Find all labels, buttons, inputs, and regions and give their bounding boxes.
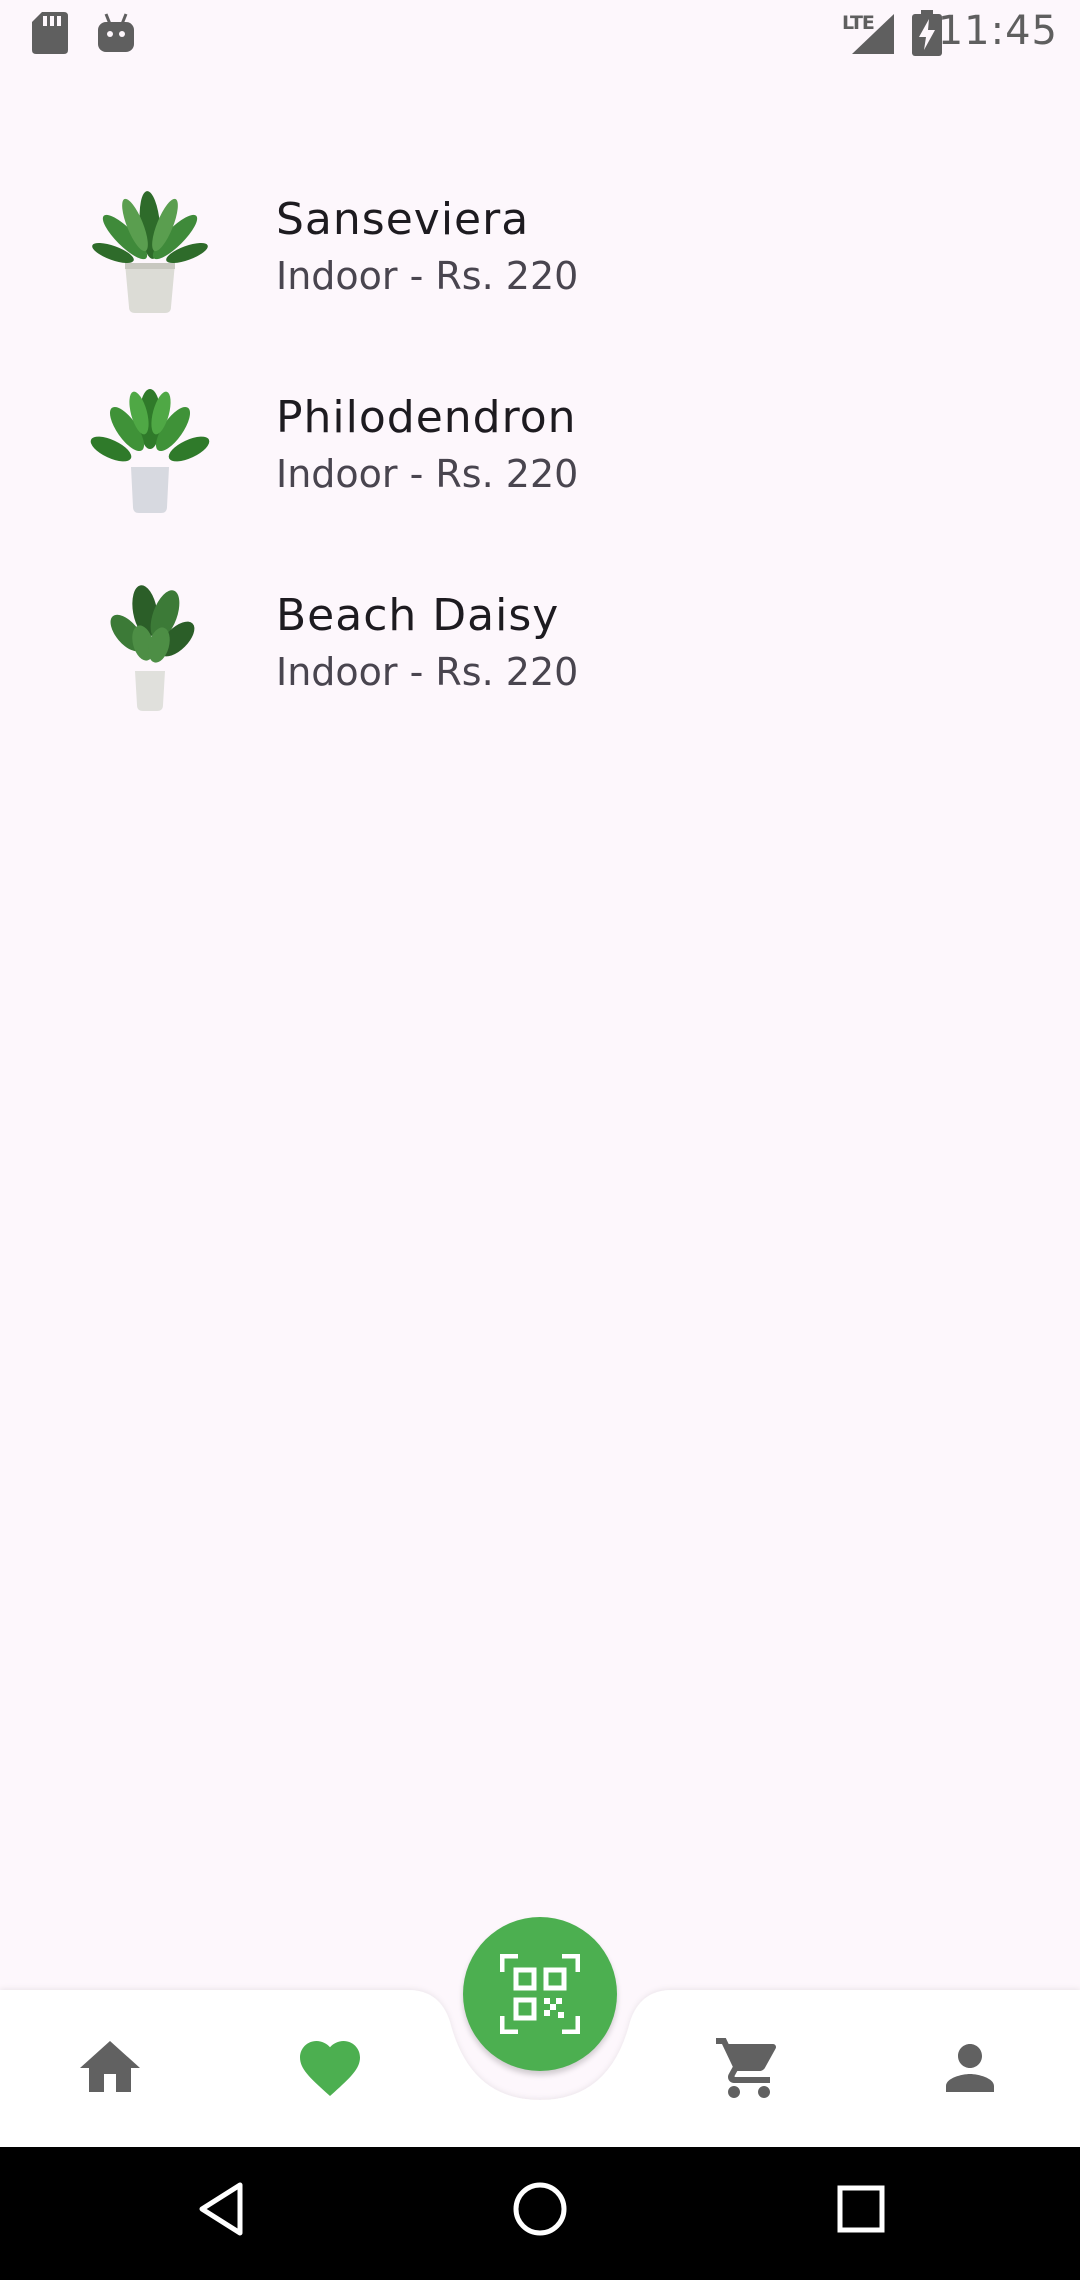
plant-subtitle: Indoor - Rs. 220 bbox=[276, 650, 579, 694]
status-time: 11:45 bbox=[937, 8, 1058, 54]
list-item[interactable]: Philodendron Indoor - Rs. 220 bbox=[0, 348, 1080, 546]
plant-name: Philodendron bbox=[276, 392, 577, 443]
signal-icon bbox=[852, 14, 894, 54]
plant-name: Beach Daisy bbox=[276, 590, 560, 641]
sd-card-icon bbox=[32, 12, 68, 54]
cart-icon[interactable] bbox=[713, 2032, 785, 2104]
status-bar: LTE 11:45 bbox=[0, 0, 1080, 66]
profile-icon[interactable] bbox=[934, 2032, 1006, 2104]
potted-plant-image bbox=[110, 585, 195, 711]
home-icon[interactable] bbox=[74, 2032, 146, 2104]
plant-name: Sanseviera bbox=[276, 194, 530, 245]
list-item[interactable]: Sanseviera Indoor - Rs. 220 bbox=[0, 150, 1080, 348]
heart-icon[interactable] bbox=[294, 2032, 366, 2104]
favorites-list: Sanseviera Indoor - Rs. 220 Philodendron… bbox=[0, 150, 1080, 744]
qr-scan-icon bbox=[500, 1954, 580, 2034]
potted-plant-image bbox=[90, 389, 210, 513]
recents-icon[interactable] bbox=[836, 2179, 886, 2239]
plant-subtitle: Indoor - Rs. 220 bbox=[276, 254, 579, 298]
plant-subtitle: Indoor - Rs. 220 bbox=[276, 452, 579, 496]
potted-plant-image bbox=[92, 191, 208, 313]
android-debug-icon bbox=[98, 13, 134, 52]
back-icon[interactable] bbox=[196, 2179, 246, 2239]
home-button-icon[interactable] bbox=[512, 2179, 568, 2239]
system-navigation-bar bbox=[0, 2147, 1080, 2280]
list-item[interactable]: Beach Daisy Indoor - Rs. 220 bbox=[0, 546, 1080, 744]
qr-scan-button[interactable] bbox=[463, 1917, 617, 2071]
